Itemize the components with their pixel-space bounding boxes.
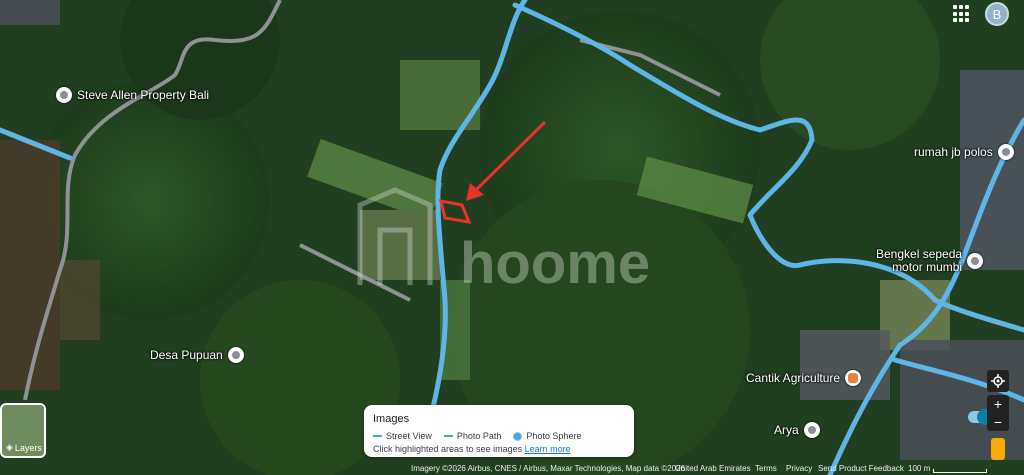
privacy-link[interactable]: Privacy (786, 464, 812, 473)
images-panel: Images Street View Photo Path Photo Sphe… (364, 405, 993, 457)
legend-photo-sphere-label: Photo Sphere (526, 431, 582, 441)
layers-icon: ◈ (6, 442, 13, 452)
satellite-map[interactable]: hoome (0, 0, 1024, 475)
place-pin-icon (803, 422, 820, 438)
legend-photo-path-label: Photo Path (456, 431, 502, 441)
attribution-text: Imagery ©2026 Airbus, CNES / Airbus, Max… (411, 464, 686, 473)
place-pin-icon (967, 253, 984, 269)
place-arya[interactable]: Arya (774, 422, 820, 438)
feedback-link[interactable]: Send Product Feedback (818, 464, 904, 473)
place-label: Cantik Agriculture (746, 371, 841, 385)
place-cantik-agriculture[interactable]: Cantik Agriculture (746, 370, 862, 386)
images-panel-title: Images (373, 413, 410, 425)
zoom-controls: + − (987, 395, 1009, 431)
place-label: Bengkel sepeda motor mumbi (876, 248, 962, 274)
place-label: Arya (774, 423, 799, 437)
scale-bar (933, 469, 987, 473)
place-pin-icon (227, 347, 244, 363)
layers-label: Layers (14, 442, 42, 453)
photo-path-line-icon (443, 435, 453, 437)
photo-sphere-dot-icon (513, 431, 523, 441)
account-avatar[interactable]: B (985, 2, 1009, 26)
legend-photo-path: Photo Path (443, 431, 502, 441)
layers-label-wrap: ◈ Layers (6, 442, 42, 453)
street-view-line-icon (373, 435, 382, 437)
images-legend: Street View Photo Path Photo Sphere (373, 431, 581, 441)
images-hint-text: Click highlighted areas to see images (373, 444, 523, 454)
place-label: Steve Allen Property Bali (77, 88, 210, 102)
learn-more-link[interactable]: Learn more (525, 444, 571, 454)
place-steve-allen[interactable]: Steve Allen Property Bali (56, 87, 209, 103)
place-label: rumah jb polos (914, 145, 993, 159)
legend-street-view-label: Street View (386, 431, 432, 441)
watermark-text: hoome (460, 231, 650, 296)
layers-button[interactable]: ◈ Layers (0, 403, 46, 458)
zoom-in-button[interactable]: + (994, 397, 1002, 411)
my-location-icon (991, 374, 1005, 388)
apps-grid-icon[interactable] (952, 4, 972, 24)
place-label: Desa Pupuan (150, 348, 223, 362)
legend-street-view: Street View (373, 431, 432, 441)
place-pin-icon (56, 87, 72, 103)
zoom-out-button[interactable]: − (994, 415, 1002, 429)
place-bengkel-sepeda[interactable]: Bengkel sepeda motor mumbi (876, 248, 984, 274)
place-label-line-2: motor mumbi (892, 260, 963, 274)
shop-icon (845, 370, 862, 386)
my-location-button[interactable] (987, 370, 1009, 392)
legend-photo-sphere: Photo Sphere (513, 431, 581, 441)
place-desa-pupuan[interactable]: Desa Pupuan (150, 347, 244, 363)
place-pin-icon (997, 144, 1014, 160)
region-link[interactable]: United Arab Emirates (675, 464, 751, 473)
map-footer: Imagery ©2026 Airbus, CNES / Airbus, Max… (0, 463, 1024, 475)
images-hint: Click highlighted areas to see images Le… (373, 444, 571, 454)
scale-label[interactable]: 100 m (908, 464, 930, 473)
pegman-icon[interactable] (991, 438, 1005, 460)
terms-link[interactable]: Terms (755, 464, 777, 473)
place-rumah-jb-polos[interactable]: rumah jb polos (914, 144, 1014, 160)
